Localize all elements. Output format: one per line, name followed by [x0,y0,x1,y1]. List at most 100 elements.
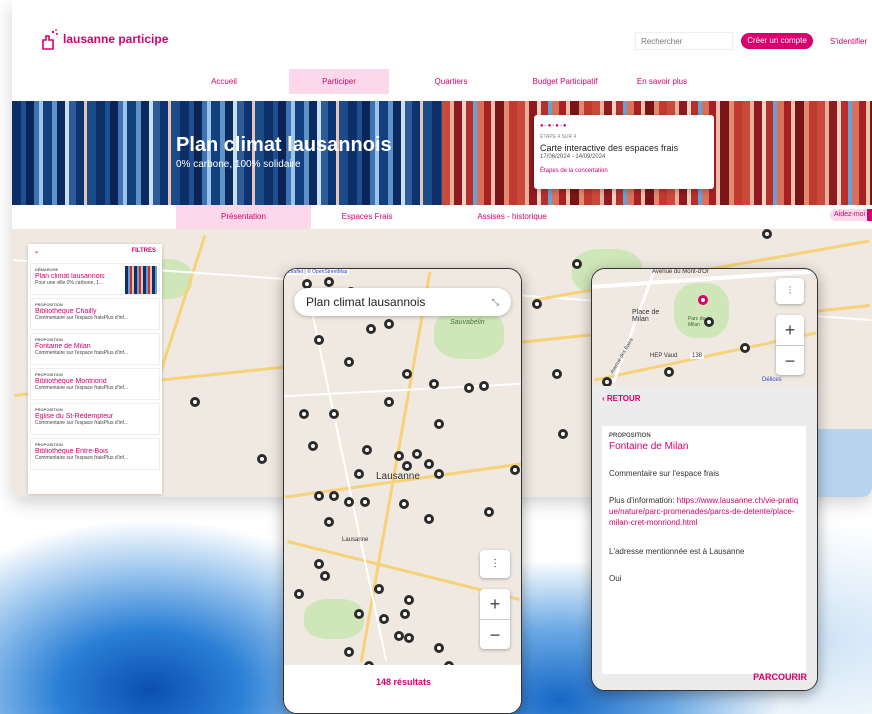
map-marker[interactable] [400,609,410,619]
nav-en-savoir-plus[interactable]: En savoir plus [622,69,702,94]
filter-sliders-button[interactable]: ⫶ [776,278,804,304]
list-item[interactable]: PROPOSITION Bibliothèque Montriond Comme… [30,368,160,400]
map-marker[interactable] [399,499,409,509]
zoom-out-button[interactable]: − [480,619,510,649]
map-marker[interactable] [362,445,372,455]
map-marker[interactable] [602,377,612,386]
map-marker[interactable] [324,277,334,287]
proposal-kind: PROPOSITION [609,433,651,439]
item-description: Commentaire sur l'espace fraisPlus d'inf… [35,350,129,356]
map-marker[interactable] [404,595,414,605]
nav-quartiers[interactable]: Quartiers [416,69,486,94]
map-marker[interactable] [484,507,494,517]
selected-marker[interactable] [698,295,708,305]
nav-participer[interactable]: Participer [289,69,389,94]
item-description: Commentaire sur l'espace fraisPlus d'inf… [35,385,129,391]
map-marker[interactable] [464,383,474,393]
map-marker[interactable] [314,491,324,501]
nav-accueil[interactable]: Accueil [184,69,264,94]
map-marker[interactable] [424,459,434,469]
proposal-address: L'adresse mentionnée est à Lausanne [609,547,745,556]
search-input[interactable] [635,32,733,50]
map-marker[interactable] [479,381,489,391]
map-marker[interactable] [434,469,444,479]
chevron-down-icon[interactable]: ⌄ [34,248,39,256]
stage-title: Carte interactive des espaces frais [540,143,679,153]
map-marker[interactable] [360,497,370,507]
map-marker[interactable] [412,449,422,459]
filter-sliders-button[interactable]: ⫶ [480,550,510,578]
map-marker[interactable] [434,643,444,653]
map-marker[interactable] [354,469,364,479]
list-item[interactable]: PROPOSITION Bibliothèque Chailly Comment… [30,298,160,330]
tab-assises-historique[interactable]: Assises - historique [452,205,572,229]
map-marker[interactable] [510,465,520,475]
create-account-button[interactable]: Créer un compte [741,33,813,49]
map-marker[interactable] [324,517,334,527]
list-item[interactable]: DÉMARCHE Plan climat lausannois Pour une… [30,263,160,295]
hand-vote-icon [42,29,58,50]
map-marker[interactable] [344,357,354,367]
map-marker[interactable] [329,491,339,501]
map-marker[interactable] [354,609,364,619]
list-item[interactable]: PROPOSITION Eglise du St-Rédempteur Comm… [30,403,160,435]
filters-button[interactable]: FILTRES [131,248,156,256]
list-item[interactable]: PROPOSITION Fontaine de Milan Commentair… [30,333,160,365]
map-marker[interactable] [429,379,439,389]
map-marker[interactable] [664,367,674,377]
map-marker[interactable] [404,633,414,643]
map-marker[interactable] [374,584,384,594]
map-marker[interactable] [190,397,200,407]
map-marker[interactable] [308,441,318,451]
item-title: Fontaine de Milan [35,343,91,350]
map-marker[interactable] [344,497,354,507]
map-marker[interactable] [740,343,750,353]
map-marker[interactable] [384,397,394,407]
map-marker[interactable] [558,429,568,439]
map-marker[interactable] [329,409,339,419]
map-marker[interactable] [394,451,404,461]
road-number: 138 [690,353,705,359]
back-button[interactable]: ‹ RETOUR [602,394,641,403]
stage-step: ÉTAPE 4 SUR 4 [540,134,577,140]
map-marker[interactable] [402,369,412,379]
item-kind: PROPOSITION [35,302,63,307]
map-marker[interactable] [532,299,542,309]
proposal-card: PROPOSITION Fontaine de Milan Commentair… [602,426,806,674]
zoom-in-button[interactable]: + [776,315,804,345]
logo[interactable]: lausanne participe [40,28,168,50]
zoom-in-button[interactable]: + [480,589,510,619]
map-marker[interactable] [704,317,714,327]
map-marker[interactable] [394,631,404,641]
map-marker[interactable] [320,571,330,581]
stages-link[interactable]: Étapes de la concertation [540,168,708,174]
tab-presentation[interactable]: Présentation [176,205,311,229]
place-label: Lausanne [342,537,369,543]
map-marker[interactable] [366,324,376,334]
collapse-icon[interactable]: ⤡ [492,288,499,316]
map-marker[interactable] [294,589,304,599]
tab-espaces-frais[interactable]: Espaces Frais [312,205,422,229]
map-marker[interactable] [434,419,444,429]
map-marker[interactable] [762,229,772,239]
zoom-out-button[interactable]: − [776,345,804,375]
browse-button[interactable]: PARCOURIR [753,672,807,682]
map-marker[interactable] [572,259,582,269]
map-attribution[interactable]: Leaflet | © OpenStreetMap [286,269,350,275]
map-marker[interactable] [257,454,267,464]
map-marker[interactable] [384,319,394,329]
help-tab[interactable] [867,209,872,221]
map-marker[interactable] [314,559,324,569]
map-marker[interactable] [424,514,434,524]
map-marker[interactable] [402,461,412,471]
map-marker[interactable] [314,335,324,345]
map-marker[interactable] [379,614,389,624]
nav-budget[interactable]: Budget Participatif [510,69,620,94]
map-marker[interactable] [344,647,354,657]
item-kind: PROPOSITION [35,442,63,447]
login-link[interactable]: S'identifier [830,37,867,46]
help-button[interactable]: Aidez-moi [830,209,870,221]
list-item[interactable]: PROPOSITION Bibliothèque Entre-Bois Comm… [30,438,160,470]
map-marker[interactable] [552,369,562,379]
map-marker[interactable] [299,409,309,419]
